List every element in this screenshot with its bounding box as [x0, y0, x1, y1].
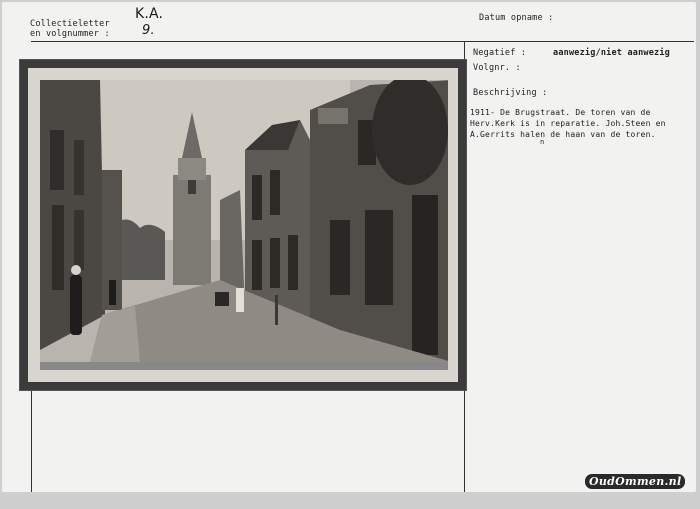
oudommen-logo: OudOmmen.nl — [585, 474, 686, 489]
description-line-2: Herv.Kerk is in reparatie. Joh.Steen en — [470, 119, 666, 128]
negatief-label: Negatief : — [473, 48, 527, 58]
archive-card: Collectieletter en volgnummer : K.A. 9. … — [2, 2, 696, 492]
correction-mark: n — [540, 138, 545, 146]
collectie-label: Collectieletter — [30, 19, 110, 29]
photo-border — [28, 68, 458, 382]
left-margin-line — [31, 390, 32, 492]
description-line-3: A.Gerrits halen de haan van de toren. — [470, 130, 656, 139]
collectie-letter-value: K.A. — [135, 6, 164, 22]
photo-mount — [20, 60, 466, 390]
volgnummer-label: en volgnummer : — [30, 29, 110, 39]
description-line-1: 1911- De Brugstraat. De toren van de — [470, 108, 651, 117]
street-photograph — [40, 80, 448, 370]
beschrijving-label: Beschrijving : — [473, 88, 548, 98]
volgnr-label: Volgnr. : — [473, 63, 521, 73]
volgnummer-value: 9. — [142, 23, 155, 38]
header-divider — [31, 41, 694, 42]
datum-opname-label: Datum opname : — [479, 13, 554, 23]
street-scene-illustration — [40, 80, 448, 362]
negatief-value: aanwezig/niet aanwezig — [553, 48, 670, 58]
